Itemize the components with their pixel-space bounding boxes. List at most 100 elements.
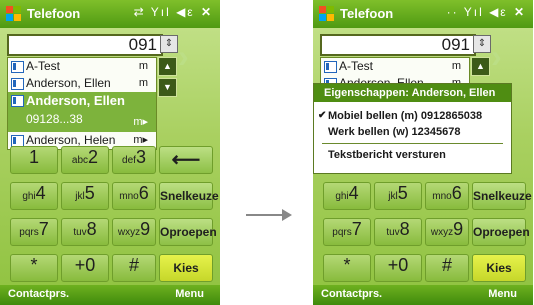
key-sub: mno (432, 191, 452, 202)
softkey-bar: Contactprs. Menu (0, 285, 220, 305)
key-main: 4 (35, 183, 46, 203)
key-main: 8 (399, 219, 410, 239)
key-7[interactable]: pqrs7 (10, 218, 58, 246)
key-sub: jkl (75, 191, 85, 202)
list-item[interactable]: Anderson, Ellen m (8, 75, 156, 92)
list-item-selected[interactable]: Anderson, Ellen 09128...38 m▸ (8, 92, 156, 132)
key-main: 7 (351, 219, 362, 239)
key-5[interactable]: jkl5 (61, 182, 109, 210)
key-hash[interactable]: # (425, 254, 469, 282)
key-main: # (128, 255, 139, 275)
checkmark-icon: ✔ (318, 110, 327, 121)
status-icons: ⇄ Yıl ◀ε ✕ (134, 5, 214, 19)
dial-button[interactable]: Kies (159, 254, 213, 282)
contact-name: Anderson, Helen (26, 133, 116, 147)
transition-arrow-icon (246, 209, 292, 221)
windows-start-icon[interactable] (6, 6, 22, 22)
spin-updown-icon[interactable]: ⇕ (160, 35, 178, 53)
backspace-button[interactable]: ⟵ (159, 146, 213, 174)
list-item[interactable]: A-Test m (321, 58, 469, 75)
contact-card-icon (324, 61, 337, 73)
list-item[interactable]: A-Test m (8, 58, 156, 75)
key-main: 2 (88, 147, 99, 167)
menu-separator (322, 143, 503, 144)
key-main: 9 (453, 219, 464, 239)
arrow-decoration-icon: › (491, 38, 502, 74)
key-3[interactable]: def3 (112, 146, 156, 174)
key-hash[interactable]: # (112, 254, 156, 282)
scroll-up-icon[interactable]: ▲ (471, 57, 490, 76)
key-star[interactable]: * (10, 254, 58, 282)
key-7[interactable]: pqrs7 (323, 218, 371, 246)
key-sub: + (387, 255, 399, 275)
key-0[interactable]: +0 (374, 254, 422, 282)
contact-name: Anderson, Ellen (26, 76, 111, 90)
key-8[interactable]: tuv8 (61, 218, 109, 246)
arrow-decoration-icon: › (178, 38, 189, 74)
key-sub: tuv (386, 227, 400, 238)
key-0[interactable]: +0 (61, 254, 109, 282)
dial-button[interactable]: Kies (472, 254, 526, 282)
key-6[interactable]: mno6 (112, 182, 156, 210)
key-main: 9 (140, 219, 151, 239)
dial-number-field[interactable]: 091 (7, 34, 163, 56)
softkey-contacts[interactable]: Contactprs. (321, 288, 382, 300)
softkey-bar: Contactprs. Menu (313, 285, 533, 305)
contact-card-icon (11, 95, 24, 107)
menu-item-call-work[interactable]: Werk bellen (w) 12345678 (314, 124, 511, 140)
key-sub: abc (71, 155, 89, 166)
key-main: 5 (84, 183, 95, 203)
speeddial-button[interactable]: Snelkeuze (159, 182, 219, 210)
key-sub: pqrs (332, 227, 352, 238)
key-main: # (441, 255, 452, 275)
scroll-down-icon[interactable]: ▼ (158, 78, 177, 97)
call-button[interactable]: Oproepen (159, 218, 217, 246)
key-sub: pqrs (19, 227, 39, 238)
key-6[interactable]: mno6 (425, 182, 469, 210)
key-sub: wxyz (117, 227, 141, 238)
key-4[interactable]: ghi4 (10, 182, 58, 210)
key-main: 4 (348, 183, 359, 203)
softkey-menu[interactable]: Menu (488, 288, 517, 300)
key-main: 1 (28, 147, 39, 167)
key-8[interactable]: tuv8 (374, 218, 422, 246)
key-sub: mno (119, 191, 139, 202)
scroll-up-icon[interactable]: ▲ (158, 57, 177, 76)
windows-start-icon[interactable] (319, 6, 335, 22)
key-sub: + (74, 255, 86, 275)
key-star[interactable]: * (323, 254, 371, 282)
softkey-menu[interactable]: Menu (175, 288, 204, 300)
key-sub: wxyz (430, 227, 454, 238)
softkey-contacts[interactable]: Contactprs. (8, 288, 69, 300)
call-button[interactable]: Oproepen (472, 218, 530, 246)
key-4[interactable]: ghi4 (323, 182, 371, 210)
menu-item-send-sms[interactable]: Tekstbericht versturen (314, 147, 511, 163)
key-main: 7 (38, 219, 49, 239)
key-main: * (343, 255, 351, 275)
close-icon[interactable]: ✕ (513, 5, 527, 19)
contact-type: m (451, 60, 461, 72)
key-2[interactable]: abc2 (61, 146, 109, 174)
dial-number-field[interactable]: 091 (320, 34, 476, 56)
key-main: 8 (86, 219, 97, 239)
app-title: Telefoon (340, 6, 394, 21)
contact-list: A-Test m Anderson, Ellen m Anderson, Ell… (7, 57, 157, 150)
close-icon[interactable]: ✕ (200, 5, 214, 19)
key-9[interactable]: wxyz9 (112, 218, 156, 246)
speeddial-button[interactable]: Snelkeuze (472, 182, 532, 210)
contact-type: m (138, 77, 148, 89)
phone-screen-before: Telefoon ⇄ Yıl ◀ε ✕ 091 ⇕ › A-Test m And… (0, 0, 220, 305)
key-sub: ghi (335, 191, 349, 202)
key-5[interactable]: jkl5 (374, 182, 422, 210)
status-icons: ·· Yıl ◀ε ✕ (447, 5, 527, 19)
key-9[interactable]: wxyz9 (425, 218, 469, 246)
list-scroll-buttons: ▲ ▼ (158, 57, 177, 99)
key-1[interactable]: 1 (10, 146, 58, 174)
status-indicators: ⇄ Yıl ◀ε (133, 5, 195, 19)
contact-properties-menu: Eigenschappen: Anderson, Ellen ✔ Mobiel … (313, 83, 512, 174)
key-sub: ghi (22, 191, 36, 202)
menu-item-call-mobile[interactable]: ✔ Mobiel bellen (m) 0912865038 (314, 108, 511, 124)
spin-updown-icon[interactable]: ⇕ (473, 35, 491, 53)
menu-header: Eigenschappen: Anderson, Ellen (314, 84, 511, 102)
key-main: 0 (85, 255, 96, 275)
